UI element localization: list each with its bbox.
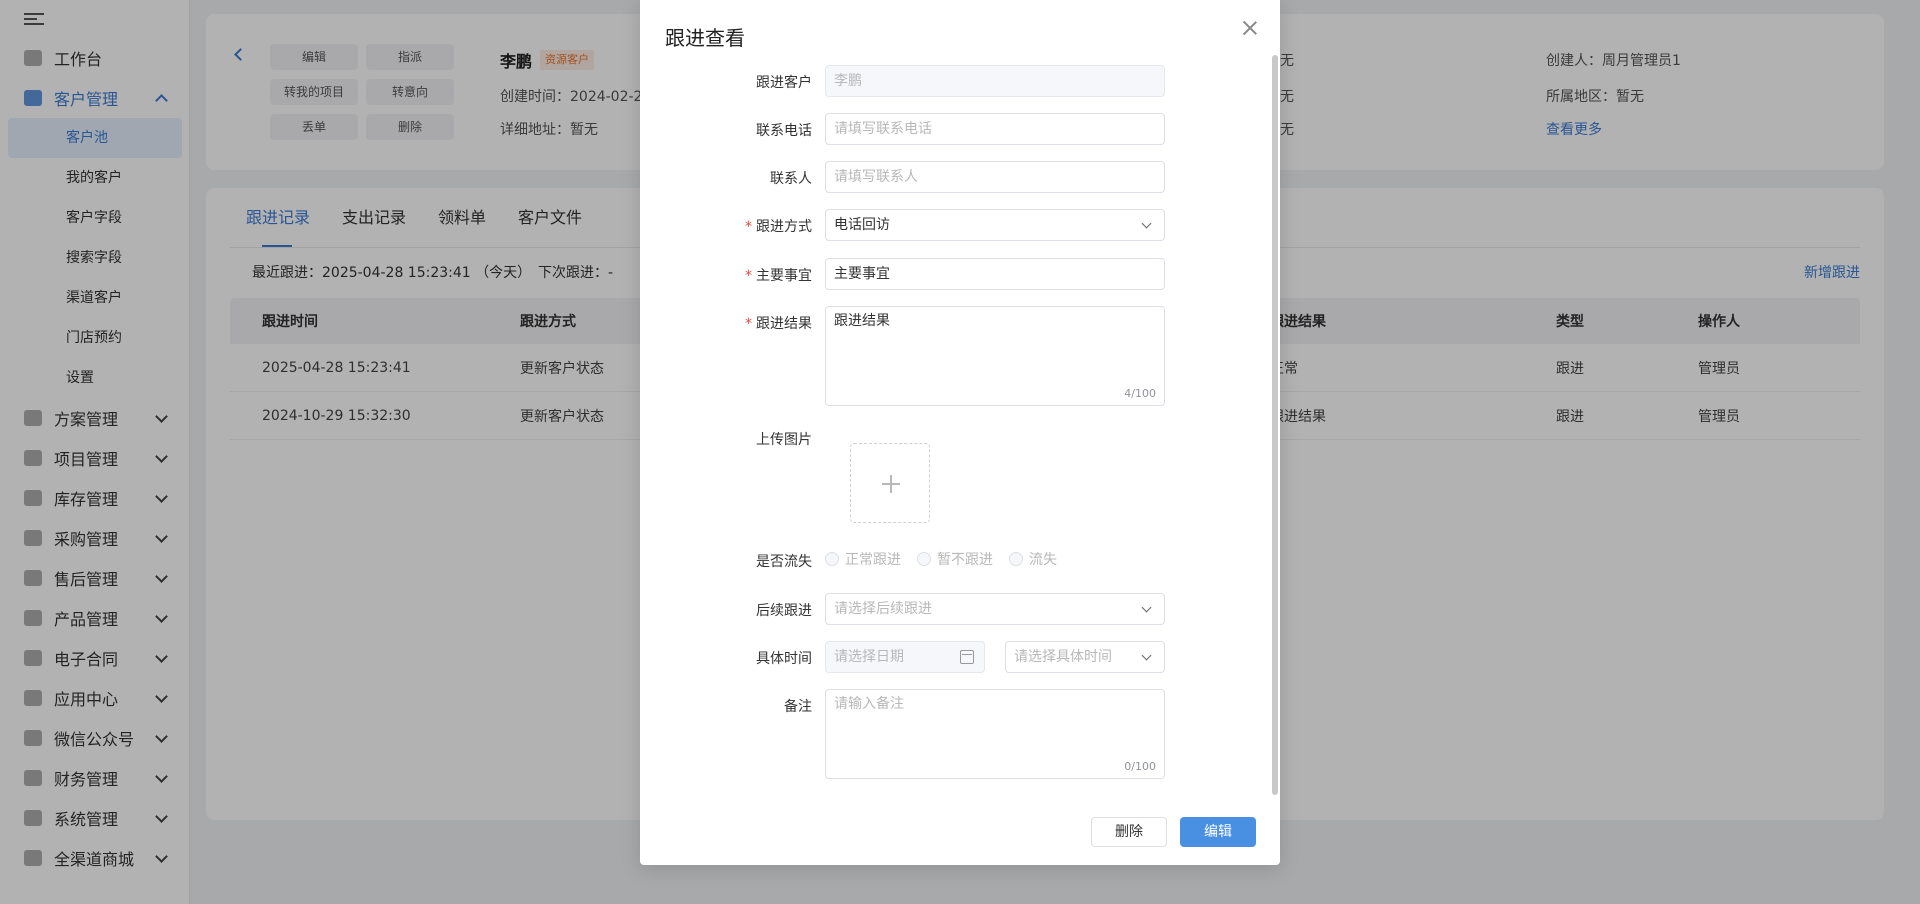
radio-label: 暂不跟进: [937, 552, 993, 568]
result-textarea[interactable]: 跟进结果 4/100: [825, 306, 1165, 406]
phone-field[interactable]: 请填写联系电话: [825, 113, 1165, 145]
dialog-scrollbar[interactable]: [1272, 55, 1278, 795]
delete-button[interactable]: 删除: [1091, 817, 1167, 847]
contact-label: 联系人: [640, 168, 812, 188]
customer-field[interactable]: 李鹏: [825, 65, 1165, 97]
lost-label: 是否流失: [640, 551, 812, 571]
radio-normal-follow[interactable]: 正常跟进: [825, 549, 901, 569]
field-label-text: 跟进方式: [756, 219, 812, 235]
time-select[interactable]: 请选择具体时间: [1005, 641, 1165, 673]
radio-icon: [917, 552, 931, 566]
char-counter: 0/100: [1124, 760, 1156, 773]
remark-label: 备注: [640, 696, 812, 716]
follow-view-dialog: 跟进查看 跟进客户 李鹏 联系电话 请填写联系电话 联系人 请填写联系人 * 跟进…: [640, 0, 1280, 865]
field-label-text: 后续跟进: [756, 603, 812, 619]
time-label: 具体时间: [640, 648, 812, 668]
radio-pause-follow[interactable]: 暂不跟进: [917, 549, 993, 569]
date-placeholder: 请选择日期: [834, 649, 904, 665]
required-mark: *: [745, 268, 752, 284]
chevron-down-icon: [1141, 650, 1152, 661]
phone-label: 联系电话: [640, 120, 812, 140]
calendar-icon: [960, 650, 974, 664]
close-icon[interactable]: [1242, 20, 1258, 36]
remark-textarea[interactable]: 请输入备注 0/100: [825, 689, 1165, 779]
field-label-text: 联系人: [770, 171, 812, 187]
method-select[interactable]: 电话回访: [825, 209, 1165, 241]
remark-placeholder: 请输入备注: [834, 696, 904, 712]
next-follow-label: 后续跟进: [640, 600, 812, 620]
field-label-text: 具体时间: [756, 651, 812, 667]
chevron-down-icon: [1141, 602, 1152, 613]
required-mark: *: [745, 316, 752, 332]
next-follow-placeholder: 请选择后续跟进: [834, 601, 932, 617]
char-counter: 4/100: [1124, 387, 1156, 400]
field-label-text: 主要事宜: [756, 268, 812, 284]
matter-label: * 主要事宜: [640, 265, 812, 285]
field-label-text: 跟进结果: [756, 316, 812, 332]
result-value: 跟进结果: [834, 313, 890, 329]
radio-icon: [825, 552, 839, 566]
result-label: * 跟进结果: [640, 313, 812, 333]
radio-label: 流失: [1029, 552, 1057, 568]
matter-field[interactable]: 主要事宜: [825, 258, 1165, 290]
field-label-text: 备注: [784, 699, 812, 715]
field-label-text: 跟进客户: [756, 75, 812, 91]
dialog-title: 跟进查看: [665, 26, 745, 50]
next-follow-select[interactable]: 请选择后续跟进: [825, 593, 1165, 625]
radio-lost[interactable]: 流失: [1009, 549, 1057, 569]
required-mark: *: [745, 219, 752, 235]
upload-plus-icon[interactable]: [850, 443, 930, 523]
method-label: * 跟进方式: [640, 216, 812, 236]
time-placeholder: 请选择具体时间: [1014, 649, 1112, 665]
radio-label: 正常跟进: [845, 552, 901, 568]
date-picker[interactable]: 请选择日期: [825, 641, 985, 673]
method-value: 电话回访: [834, 217, 890, 233]
edit-button[interactable]: 编辑: [1180, 817, 1256, 847]
customer-label: 跟进客户: [640, 72, 812, 92]
field-label-text: 是否流失: [756, 554, 812, 570]
field-label-text: 联系电话: [756, 123, 812, 139]
chevron-down-icon: [1141, 218, 1152, 229]
upload-label: 上传图片: [640, 429, 812, 449]
contact-field[interactable]: 请填写联系人: [825, 161, 1165, 193]
radio-icon: [1009, 552, 1023, 566]
field-label-text: 上传图片: [756, 432, 812, 448]
